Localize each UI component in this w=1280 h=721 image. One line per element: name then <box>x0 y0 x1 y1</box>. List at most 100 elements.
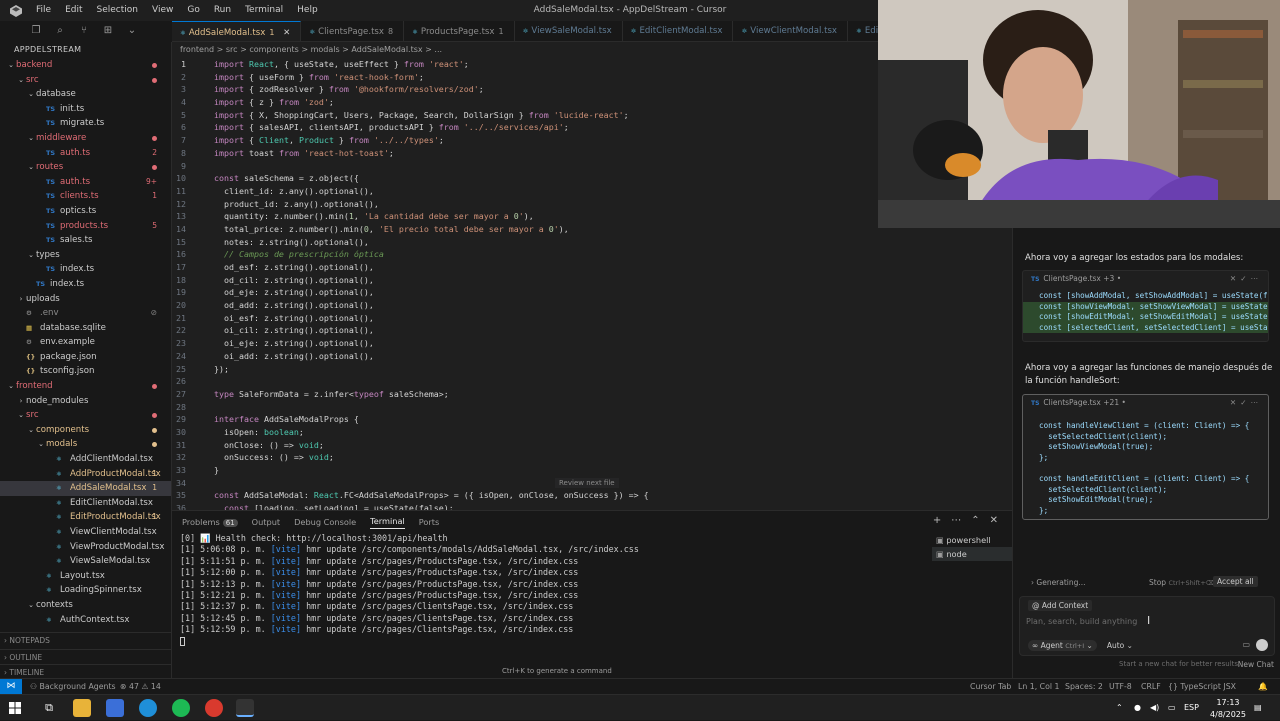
spotify-icon[interactable] <box>172 699 190 717</box>
menu-item-go[interactable]: Go <box>180 0 206 21</box>
encoding[interactable]: UTF-8 <box>1109 679 1132 694</box>
indentation[interactable]: Spaces: 2 <box>1065 679 1103 694</box>
panel-tab-output[interactable]: Output <box>252 517 280 527</box>
tray-chevron-icon[interactable]: ⌃ <box>1116 695 1123 721</box>
extensions-icon[interactable]: ⊞ <box>102 25 114 37</box>
close-panel-icon[interactable]: ✕ <box>990 515 998 526</box>
chevron-down-icon[interactable]: ⌄ <box>126 25 138 37</box>
background-agents[interactable]: ⚇ Background Agents <box>30 679 116 694</box>
explorer-root-label[interactable]: APPDELSTREAM <box>0 42 171 58</box>
breadcrumb[interactable]: frontend > src > components > modals > A… <box>172 42 878 58</box>
new-chat-button[interactable]: New Chat <box>1238 660 1274 669</box>
tree-item[interactable]: ⌄ backend <box>0 58 171 73</box>
clock[interactable]: 17:13 4/8/2025 <box>1208 697 1248 721</box>
tree-item[interactable]: ⌄ frontend <box>0 379 171 394</box>
stop-button[interactable]: Stop Ctrl+Shift+⌫ <box>1149 578 1215 587</box>
tree-item[interactable]: ⚛ LoadingSpinner.tsx <box>0 583 171 598</box>
tab-editclientmodal-tsx[interactable]: ⚛ EditClientModal.tsx <box>623 21 734 41</box>
add-context-button[interactable]: @ Add Context <box>1028 600 1093 611</box>
tray-network-icon[interactable]: ▭ <box>1168 695 1176 721</box>
tree-item[interactable]: ⚛ AddProductModal.tsx 1 <box>0 467 171 482</box>
reject-icon[interactable]: ✕ <box>1230 274 1240 283</box>
edge-icon[interactable] <box>139 699 157 717</box>
more-icon[interactable]: ⋯ <box>1251 274 1263 283</box>
language-mode[interactable]: {} TypeScript JSX <box>1168 679 1236 694</box>
store-icon[interactable] <box>106 699 124 717</box>
tree-item[interactable]: ▦ database.sqlite <box>0 321 171 336</box>
tray-volume-icon[interactable]: ◀) <box>1150 695 1159 721</box>
tab-clientspage-tsx[interactable]: ⚛ ClientsPage.tsx 8 <box>301 21 405 41</box>
outline-section[interactable]: › OUTLINE <box>0 649 171 664</box>
tree-item[interactable]: TS migrate.ts <box>0 116 171 131</box>
tree-item[interactable]: ⌄ contexts <box>0 598 171 613</box>
tree-item[interactable]: ⚛ EditClientModal.tsx <box>0 496 171 511</box>
menu-item-view[interactable]: View <box>145 0 180 21</box>
tree-item[interactable]: ⌄ types <box>0 248 171 263</box>
tree-item[interactable]: TS init.ts <box>0 102 171 117</box>
remote-icon[interactable]: ⋈ <box>0 679 22 694</box>
code-change-card[interactable]: TS ClientsPage.tsx +3 • ✕✓⋯ const [showAd… <box>1022 270 1269 342</box>
cursor-app-icon[interactable] <box>236 699 254 717</box>
notifications-icon[interactable]: 🔔 <box>1258 679 1268 694</box>
panel-tab-ports[interactable]: Ports <box>419 517 440 527</box>
task-view-icon[interactable]: ⧉ <box>40 699 58 717</box>
menu-item-file[interactable]: File <box>29 0 58 21</box>
line-ending[interactable]: CRLF <box>1141 679 1161 694</box>
problems-counter[interactable]: ⊗ 47 ⚠ 14 <box>120 679 161 694</box>
tree-item[interactable]: ⚛ AddSaleModal.tsx 1 <box>0 481 171 496</box>
tree-item[interactable]: ⚛ AuthContext.tsx <box>0 613 171 628</box>
cursor-tab-status[interactable]: Cursor Tab <box>970 679 1011 694</box>
tree-item[interactable]: TS auth.ts 2 <box>0 146 171 161</box>
new-terminal-icon[interactable]: + <box>933 515 941 526</box>
panel-tab-terminal[interactable]: Terminal <box>370 516 405 529</box>
tree-item[interactable]: › uploads <box>0 292 171 307</box>
tree-item[interactable]: ⌄ routes <box>0 160 171 175</box>
tree-item[interactable]: ⌄ database <box>0 87 171 102</box>
tree-item[interactable]: TS optics.ts <box>0 204 171 219</box>
tree-item[interactable]: TS index.ts <box>0 262 171 277</box>
code-change-card[interactable]: TS ClientsPage.tsx +21 • ✕✓⋯ const handle… <box>1022 394 1269 520</box>
menu-item-terminal[interactable]: Terminal <box>238 0 290 21</box>
source-control-icon[interactable]: ⑂ <box>78 25 90 37</box>
tab-productspage-tsx[interactable]: ⚛ ProductsPage.tsx 1 <box>404 21 515 41</box>
tree-item[interactable]: TS auth.ts 9+ <box>0 175 171 190</box>
windows-start-icon[interactable] <box>6 699 24 717</box>
tree-item[interactable]: TS products.ts 5 <box>0 219 171 234</box>
agent-mode-button[interactable]: ∞ Agent Ctrl+I ⌄ <box>1028 640 1097 651</box>
send-button[interactable] <box>1256 639 1268 651</box>
notification-center-icon[interactable]: ▤ <box>1254 695 1262 721</box>
reject-icon[interactable]: ✕ <box>1230 398 1240 407</box>
terminal-instance[interactable]: ▣ node <box>932 547 1012 561</box>
menu-item-run[interactable]: Run <box>207 0 238 21</box>
search-icon[interactable]: ⌕ <box>54 25 66 37</box>
tree-item[interactable]: ⚙ env.example <box>0 335 171 350</box>
accept-all-button[interactable]: Accept all <box>1213 576 1258 587</box>
tree-item[interactable]: ⌄ src <box>0 408 171 423</box>
tab-viewclientmodal-tsx[interactable]: ⚛ ViewClientModal.tsx <box>733 21 849 41</box>
close-icon[interactable]: ✕ <box>280 28 290 38</box>
tree-item[interactable]: › node_modules <box>0 394 171 409</box>
explorer-icon[interactable]: ❐ <box>30 25 42 37</box>
tab-addsalemodal-tsx[interactable]: ⚛ AddSaleModal.tsx 1 ✕ <box>172 21 302 41</box>
keyboard-language[interactable]: ESP <box>1184 695 1199 721</box>
menu-item-edit[interactable]: Edit <box>58 0 89 21</box>
tree-item[interactable]: ⚙ .env ⊘ <box>0 306 171 321</box>
tab-viewsalemodal-tsx[interactable]: ⚛ ViewSaleModal.tsx <box>515 21 623 41</box>
chat-input[interactable]: Plan, search, build anything <box>1026 617 1137 626</box>
terminal-instance[interactable]: ▣ powershell <box>932 533 1012 547</box>
menu-item-help[interactable]: Help <box>290 0 325 21</box>
cursor-position[interactable]: Ln 1, Col 1 <box>1018 679 1060 694</box>
accept-icon[interactable]: ✓ <box>1240 398 1250 407</box>
panel-tab-debug-console[interactable]: Debug Console <box>294 517 356 527</box>
review-next-file-hint[interactable]: Review next file <box>555 478 619 488</box>
tree-item[interactable]: ⚛ ViewSaleModal.tsx <box>0 554 171 569</box>
panel-tab-problems[interactable]: Problems 61 <box>182 517 238 527</box>
terminal-output[interactable]: [0] 📊 Health check: http://localhost:300… <box>180 533 915 647</box>
tree-item[interactable]: ⚛ Layout.tsx <box>0 569 171 584</box>
menu-item-selection[interactable]: Selection <box>90 0 145 21</box>
tree-item[interactable]: ⚛ EditProductModal.tsx 1 <box>0 510 171 525</box>
tree-item[interactable]: ⌄ modals <box>0 437 171 452</box>
tab-edi[interactable]: ⚛ Edi <box>848 21 878 41</box>
image-icon[interactable]: ▭ <box>1242 640 1250 649</box>
tree-item[interactable]: ⌄ middleware <box>0 131 171 146</box>
